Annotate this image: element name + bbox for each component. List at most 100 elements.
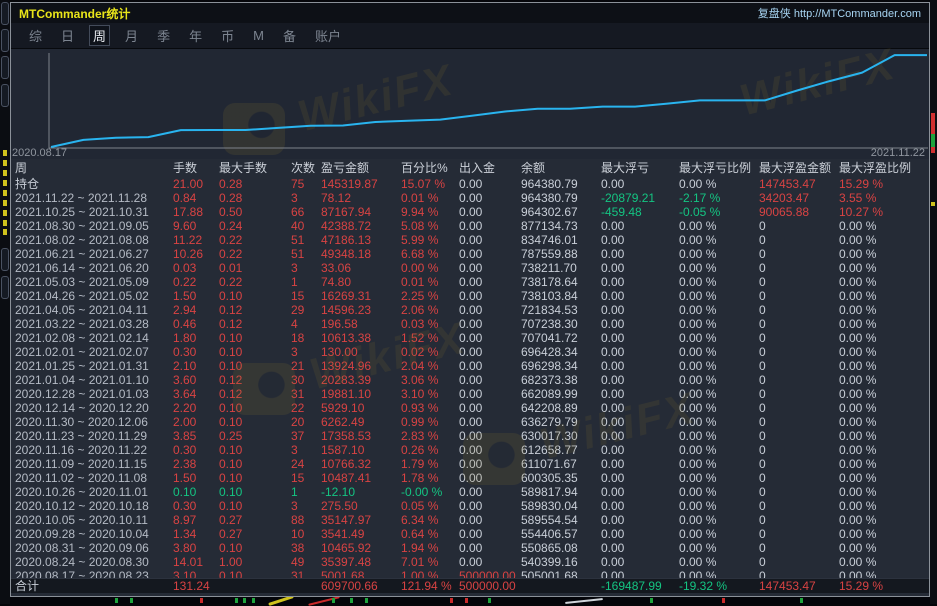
table-cell: 22 xyxy=(291,401,321,415)
table-cell: 2021.04.05 ~ 2021.04.11 xyxy=(15,303,173,317)
table-cell: 6262.49 xyxy=(321,415,401,429)
menu-item-2[interactable]: 日 xyxy=(57,25,78,46)
table-row[interactable]: 2020.11.30 ~ 2020.12.062.000.10206262.49… xyxy=(11,415,929,429)
menu-item-10[interactable]: 账户 xyxy=(311,25,345,46)
table-cell: 0.00 xyxy=(601,485,679,499)
table-row[interactable]: 2021.01.04 ~ 2021.01.103.600.123020283.3… xyxy=(11,373,929,387)
menu-item-6[interactable]: 年 xyxy=(185,25,206,46)
candle-fragment xyxy=(200,598,203,603)
table-cell: 0.22 xyxy=(219,275,291,289)
menu-item-8[interactable]: M xyxy=(249,27,268,44)
table-cell: 2021.08.02 ~ 2021.08.08 xyxy=(15,233,173,247)
column-header[interactable]: 次数 xyxy=(291,159,321,177)
title-bar[interactable]: MTCommander统计 复盘侠 http://MTCommander.com xyxy=(11,3,929,23)
table-cell: 49348.18 xyxy=(321,247,401,261)
table-cell: 15 xyxy=(291,471,321,485)
menu-item-5[interactable]: 季 xyxy=(153,25,174,46)
table-row[interactable]: 2020.10.26 ~ 2020.11.010.100.101-12.10-0… xyxy=(11,485,929,499)
column-header[interactable]: 最大手数 xyxy=(219,159,291,177)
table-cell: 2.00 xyxy=(173,415,219,429)
menu-item-9[interactable]: 备 xyxy=(279,25,300,46)
column-header[interactable]: 手数 xyxy=(173,159,219,177)
brand-link[interactable]: 复盘侠 http://MTCommander.com xyxy=(758,5,921,21)
table-cell: 2021.05.03 ~ 2021.05.09 xyxy=(15,275,173,289)
column-header[interactable]: 余额 xyxy=(521,159,601,177)
column-header[interactable]: 出入金 xyxy=(459,159,521,177)
column-header[interactable]: 百分比% xyxy=(401,159,459,177)
table-row[interactable]: 2020.09.28 ~ 2020.10.041.340.27103541.49… xyxy=(11,527,929,541)
table-row[interactable]: 2021.04.26 ~ 2021.05.021.500.101516269.3… xyxy=(11,289,929,303)
table-row[interactable]: 2020.12.28 ~ 2021.01.033.640.123119881.1… xyxy=(11,387,929,401)
table-row[interactable]: 2021.06.14 ~ 2021.06.200.030.01333.060.0… xyxy=(11,261,929,275)
table-cell: 10487.41 xyxy=(321,471,401,485)
column-header[interactable]: 最大浮盈金额 xyxy=(759,159,839,177)
table-row[interactable]: 2021.08.02 ~ 2021.08.0811.220.225147186.… xyxy=(11,233,929,247)
table-cell: 2020.10.26 ~ 2020.11.01 xyxy=(15,485,173,499)
menu-item-1[interactable]: 综 xyxy=(25,25,46,46)
column-header[interactable]: 最大浮盈比例 xyxy=(839,159,929,177)
table-row[interactable]: 2020.10.05 ~ 2020.10.118.970.278835147.9… xyxy=(11,513,929,527)
column-header[interactable]: 周 xyxy=(15,159,173,177)
table-total-row: 合计131.24609700.66121.94 %500000.00-16948… xyxy=(11,578,929,593)
table-cell: 0 xyxy=(759,429,839,443)
menu-item-4[interactable]: 月 xyxy=(121,25,142,46)
table-cell: 0.28 xyxy=(219,177,291,191)
table-row[interactable]: 2020.12.14 ~ 2020.12.202.200.10225929.10… xyxy=(11,401,929,415)
table-row[interactable]: 2020.08.31 ~ 2020.09.063.800.103810465.9… xyxy=(11,541,929,555)
table-row[interactable]: 2021.03.22 ~ 2021.03.280.460.124196.580.… xyxy=(11,317,929,331)
table-row[interactable]: 2021.10.25 ~ 2021.10.3117.880.506687167.… xyxy=(11,205,929,219)
table-cell: 147453.47 xyxy=(759,579,839,593)
table-cell: 0.00 % xyxy=(839,303,929,317)
table-row[interactable]: 2020.10.12 ~ 2020.10.180.300.103275.500.… xyxy=(11,499,929,513)
table-cell: 589830.04 xyxy=(521,499,601,513)
line-fragment xyxy=(565,598,603,604)
table-cell: 145319.87 xyxy=(321,177,401,191)
menu-item-3[interactable]: 周 xyxy=(89,25,110,46)
table-row[interactable]: 2020.08.24 ~ 2020.08.3014.011.004935397.… xyxy=(11,555,929,569)
table-cell: 0.30 xyxy=(173,345,219,359)
table-row[interactable]: 持仓21.000.2875145319.8715.07 %0.00964380.… xyxy=(11,177,929,191)
candle-fragment xyxy=(365,598,368,603)
table-row[interactable]: 2021.02.01 ~ 2021.02.070.300.103130.000.… xyxy=(11,345,929,359)
table-row[interactable]: 2021.06.21 ~ 2021.06.2710.260.225149348.… xyxy=(11,247,929,261)
menu-item-7[interactable]: 币 xyxy=(217,25,238,46)
table-cell: 0.00 % xyxy=(839,331,929,345)
column-header[interactable]: 最大浮亏 xyxy=(601,159,679,177)
table-cell: 0.00 xyxy=(459,191,521,205)
table-cell: 11.22 xyxy=(173,233,219,247)
table-cell: 20 xyxy=(291,415,321,429)
table-cell: 2020.08.31 ~ 2020.09.06 xyxy=(15,541,173,555)
table-cell: 0.30 xyxy=(173,499,219,513)
table-cell: 47186.13 xyxy=(321,233,401,247)
table-cell: 500000.00 xyxy=(459,579,521,593)
candle-fragment xyxy=(931,113,935,134)
candle-fragment xyxy=(931,147,935,153)
candle-fragment xyxy=(235,598,238,603)
table-cell: 0.00 xyxy=(601,541,679,555)
table-cell: 2021.01.04 ~ 2021.01.10 xyxy=(15,373,173,387)
table-row[interactable]: 2021.05.03 ~ 2021.05.090.220.22174.800.0… xyxy=(11,275,929,289)
table-cell: 0.00 xyxy=(459,541,521,555)
candle-fragment xyxy=(800,598,803,603)
table-cell: 0.00 xyxy=(601,219,679,233)
table-cell: 0.00 % xyxy=(679,219,759,233)
table-cell: 0.00 % xyxy=(839,359,929,373)
table-row[interactable]: 2021.08.30 ~ 2021.09.059.600.244042388.7… xyxy=(11,219,929,233)
table-cell: 0.00 % xyxy=(679,541,759,555)
table-cell: 8.97 xyxy=(173,513,219,527)
column-header[interactable]: 最大浮亏比例 xyxy=(679,159,759,177)
table-cell: 15.29 % xyxy=(839,177,929,191)
table-cell: 0 xyxy=(759,443,839,457)
table-cell: 5929.10 xyxy=(321,401,401,415)
table-row[interactable]: 2021.04.05 ~ 2021.04.112.940.122914596.2… xyxy=(11,303,929,317)
table-cell: 40 xyxy=(291,219,321,233)
table-row[interactable]: 2021.02.08 ~ 2021.02.141.800.101810613.3… xyxy=(11,331,929,345)
table-cell: 0.00 % xyxy=(679,261,759,275)
table-row[interactable]: 2021.11.22 ~ 2021.11.280.840.28378.120.0… xyxy=(11,191,929,205)
table-cell: 0.00 xyxy=(601,471,679,485)
table-cell: 2020.11.23 ~ 2020.11.29 xyxy=(15,429,173,443)
table-cell: 589817.94 xyxy=(521,485,601,499)
table-cell: 0.00 xyxy=(459,219,521,233)
column-header[interactable]: 盈亏金额 xyxy=(321,159,401,177)
balance-line xyxy=(51,55,927,147)
